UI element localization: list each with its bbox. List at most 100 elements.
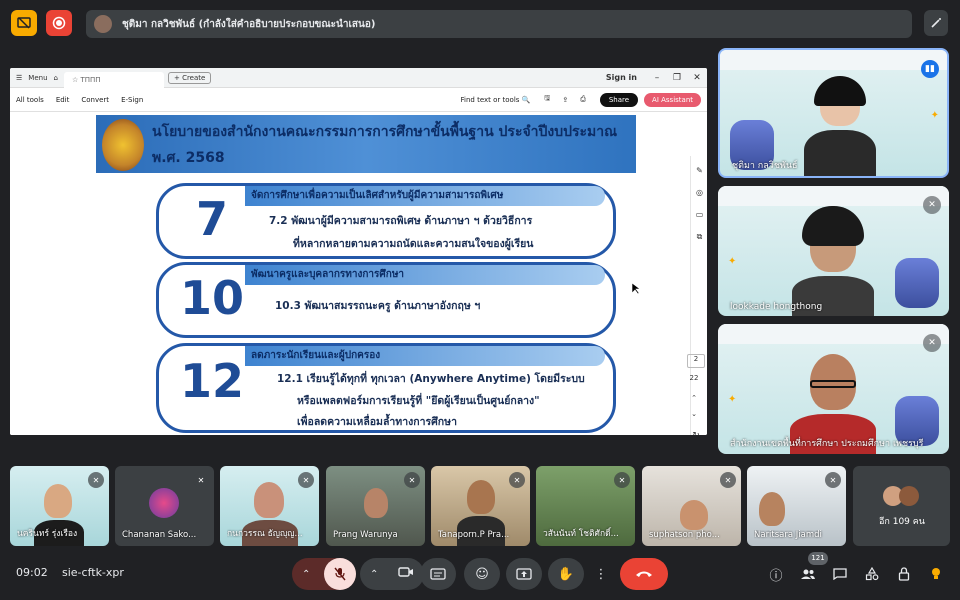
policy-line: ที่หลากหลายตามความถนัดและความสนใจของผู้เ… bbox=[293, 238, 534, 250]
stop-presenting-icon[interactable] bbox=[11, 10, 37, 36]
participant-name: suphatson pho... bbox=[649, 530, 720, 540]
participant-tile[interactable]: ✕ Chananan Sako... bbox=[115, 466, 214, 546]
person-face bbox=[44, 484, 72, 518]
meeting-info-icon[interactable]: ⓘ bbox=[766, 564, 786, 584]
policy-heading: ลดภาระนักเรียนและผู้ปกครอง bbox=[245, 346, 605, 366]
toolbar-item-esign[interactable]: E-Sign bbox=[115, 96, 149, 104]
activities-icon[interactable] bbox=[862, 564, 882, 584]
participant-tile[interactable]: ✕ นครินทร์ รุ่งเรือง bbox=[10, 466, 109, 546]
toolbar-item-edit[interactable]: Edit bbox=[50, 96, 76, 104]
chat-icon[interactable] bbox=[830, 564, 850, 584]
policy-block-12: 12 ลดภาระนักเรียนและผู้ปกครอง 12.1 เรียน… bbox=[156, 343, 616, 433]
sign-in-button[interactable]: Sign in bbox=[596, 73, 647, 82]
presenter-avatar bbox=[94, 15, 112, 33]
policy-block-10: 10 พัฒนาครูและบุคลากรทางการศึกษา 10.3 พั… bbox=[156, 262, 616, 338]
camera-options-chevron-icon[interactable]: ⌃ bbox=[370, 569, 378, 580]
slide-title-line2: พ.ศ. 2568 bbox=[152, 150, 225, 166]
people-icon[interactable] bbox=[798, 564, 818, 584]
mic-off-icon: ✕ bbox=[720, 472, 736, 488]
mic-off-icon: ✕ bbox=[509, 472, 525, 488]
participant-tile[interactable]: ✦ ✕ lookkade hongthong bbox=[718, 186, 949, 316]
restore-icon[interactable]: ❐ bbox=[667, 73, 687, 83]
participant-name: สำนักงานเขตพื้นที่การศึกษา ประถมศึกษา เพ… bbox=[730, 439, 924, 449]
comment-icon[interactable]: ✎ bbox=[694, 166, 705, 176]
browser-tab[interactable]: ☆ ΤΠΠΠ bbox=[63, 71, 164, 88]
participant-tile[interactable]: ✕ วสันนันท์ โชติศักดิ์... bbox=[536, 466, 635, 546]
share-button[interactable]: Share bbox=[599, 92, 639, 107]
policy-line: 10.3 พัฒนาสมรรถนะครู ด้านภาษาอังกฤษ ฯ bbox=[275, 300, 481, 312]
mic-options-chevron-icon[interactable]: ⌃ bbox=[302, 569, 310, 580]
mic-control: ⌃ bbox=[292, 558, 356, 590]
mic-off-icon: ✕ bbox=[923, 196, 941, 214]
camera-control: ⌃ bbox=[360, 558, 424, 590]
page-total: 22 bbox=[689, 374, 699, 382]
camera-button[interactable] bbox=[398, 566, 414, 582]
annotate-wand-icon[interactable] bbox=[924, 10, 948, 36]
end-call-button[interactable] bbox=[620, 558, 668, 590]
presenter-bar: ชุติมา กลวิชพันธ์ (กำลังใส่คำอธิบายประกอ… bbox=[86, 10, 912, 38]
participant-name: นครินทร์ รุ่งเรือง bbox=[17, 529, 78, 539]
participant-tile[interactable]: ✕ กนกวรรณ ธัญญุญ... bbox=[220, 466, 319, 546]
mic-off-icon: ✕ bbox=[825, 472, 841, 488]
prev-page-icon[interactable]: ⌃ bbox=[683, 394, 705, 408]
close-icon[interactable]: ✕ bbox=[687, 73, 707, 83]
person-face bbox=[467, 480, 495, 514]
toolbar-item-all-tools[interactable]: All tools bbox=[10, 96, 50, 104]
policy-number: 7 bbox=[195, 192, 228, 246]
participant-tile[interactable]: ✕ Tanaporn.P Pra... bbox=[431, 466, 530, 546]
print-icon[interactable]: ⎙ bbox=[574, 95, 592, 104]
pages-icon[interactable]: ▭ bbox=[694, 210, 705, 220]
ai-assistant-button[interactable]: AI Assistant bbox=[644, 92, 701, 107]
presenter-text: ชุติมา กลวิชพันธ์ (กำลังใส่คำอธิบายประกอ… bbox=[122, 18, 376, 30]
slide-banner: นโยบายของสำนักงานคณะกรรมการการศึกษาขั้นพ… bbox=[96, 115, 636, 173]
ai-icon[interactable]: ◎ bbox=[694, 188, 705, 198]
participant-name: lookkade hongthong bbox=[730, 302, 823, 312]
english-sticker-icon: ✦ bbox=[930, 110, 939, 121]
policy-heading: พัฒนาครูและบุคลากรทางการศึกษา bbox=[245, 265, 605, 285]
policy-block-7: 7 จัดการศึกษาเพื่อความเป็นเลิศสำหรับผู้ม… bbox=[156, 183, 616, 259]
minimize-icon[interactable]: – bbox=[647, 73, 667, 83]
glasses-icon bbox=[810, 380, 856, 388]
policy-heading: จัดการศึกษาเพื่อความเป็นเลิศสำหรับผู้มีค… bbox=[245, 186, 605, 206]
more-options-button[interactable]: ⋮ bbox=[590, 558, 612, 590]
person-hair bbox=[814, 76, 866, 106]
meeting-code: sie-cftk-xpr bbox=[62, 566, 124, 579]
copy-icon[interactable]: ⧉ bbox=[694, 232, 705, 242]
mic-off-icon: ✕ bbox=[923, 334, 941, 352]
lightbulb-icon[interactable] bbox=[926, 564, 946, 584]
participant-name: Tanaporn.P Pra... bbox=[438, 530, 510, 540]
next-page-icon[interactable]: ⌄ bbox=[683, 410, 705, 424]
mic-off-icon: ✕ bbox=[88, 472, 104, 488]
participant-tile[interactable]: ✦ ✕ สำนักงานเขตพื้นที่การศึกษา ประถมศึกษ… bbox=[718, 324, 949, 454]
mic-off-icon: ✕ bbox=[193, 472, 209, 488]
pdf-toolbar: All tools Edit Convert E-Sign Find text … bbox=[10, 88, 707, 112]
upload-icon[interactable]: ⇪ bbox=[556, 96, 574, 104]
present-button[interactable] bbox=[506, 558, 542, 590]
page-current[interactable]: 2 bbox=[687, 354, 705, 368]
participant-tile[interactable]: ✕ Naritsara Jiamdi bbox=[747, 466, 846, 546]
browser-chrome: ☰ Menu ⌂ ☆ ΤΠΠΠ + Create Sign in – ❐ ✕ bbox=[10, 68, 707, 88]
tile-header bbox=[718, 186, 949, 206]
record-icon[interactable] bbox=[46, 10, 72, 36]
host-controls-icon[interactable] bbox=[894, 564, 914, 584]
emoji-button[interactable]: ☺ bbox=[464, 558, 500, 590]
menu-label[interactable]: Menu bbox=[28, 74, 47, 82]
mic-off-button[interactable] bbox=[324, 558, 356, 590]
participant-tile[interactable]: ✕ suphatson pho... bbox=[642, 466, 741, 546]
toolbar-item-convert[interactable]: Convert bbox=[75, 96, 115, 104]
create-button[interactable]: + Create bbox=[167, 71, 212, 84]
participant-tile[interactable]: ✕ Prang Warunya bbox=[326, 466, 425, 546]
captions-button[interactable] bbox=[420, 558, 456, 590]
raise-hand-button[interactable]: ✋ bbox=[548, 558, 584, 590]
participant-name: Prang Warunya bbox=[333, 530, 398, 540]
more-participants-tile[interactable]: อีก 109 คน bbox=[853, 466, 950, 546]
refresh-icon[interactable]: ↻ bbox=[685, 431, 707, 435]
find-tools-field[interactable]: Find text or tools 🔍 bbox=[461, 96, 539, 104]
hamburger-icon[interactable]: ☰ bbox=[10, 74, 28, 82]
save-icon[interactable]: 🖫 bbox=[538, 94, 556, 105]
home-icon[interactable]: ⌂ bbox=[48, 74, 64, 82]
participant-tile-presenter[interactable]: ✦ ▮▮ ชุติมา กลวิชพันธ์ bbox=[718, 48, 949, 178]
english-sticker-icon: ✦ bbox=[728, 256, 737, 267]
doc-scrollbar[interactable] bbox=[683, 207, 687, 377]
mouse-cursor-icon bbox=[632, 283, 640, 295]
